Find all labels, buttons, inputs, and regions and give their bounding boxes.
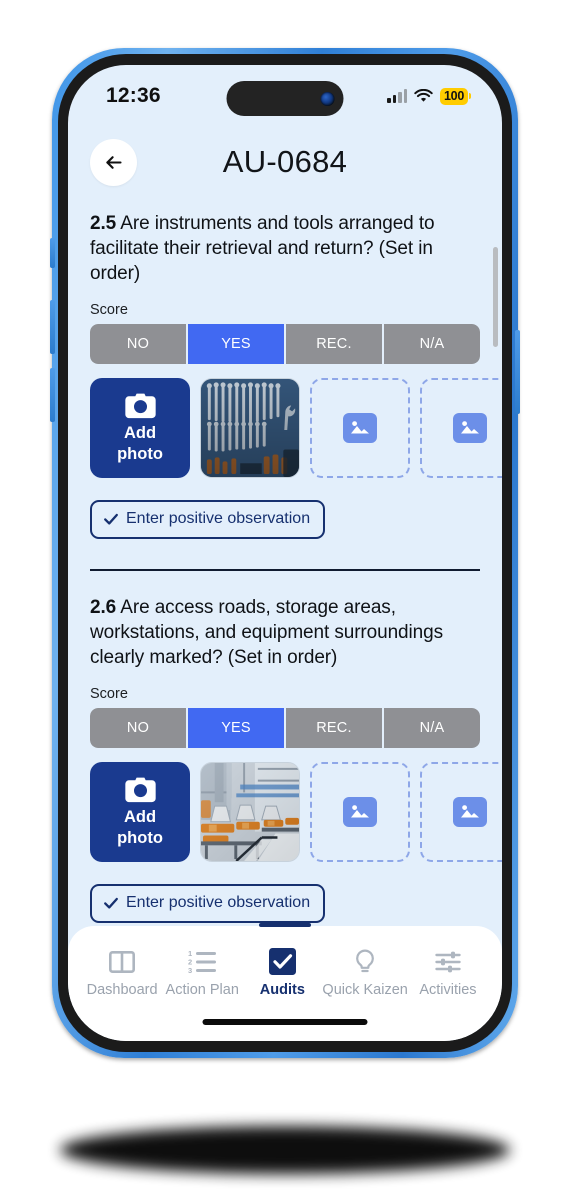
question-number: 2.5 — [90, 213, 117, 234]
photo-thumbnail-wrenches-pegboard[interactable] — [200, 378, 300, 478]
score-option-no[interactable]: NO — [90, 708, 186, 748]
enter-positive-observation-button[interactable]: Enter positive observation — [90, 884, 326, 923]
question-number: 2.6 — [90, 597, 117, 618]
score-label: Score — [90, 302, 128, 318]
wrenches-pegboard-image — [201, 379, 299, 477]
audit-questions-list[interactable]: 2.5 Are instruments and tools arranged t… — [68, 201, 502, 1021]
check-icon — [104, 897, 118, 909]
add-photo-button[interactable]: Add photo — [90, 762, 190, 862]
question-body: Are instruments and tools arranged to fa… — [90, 213, 435, 284]
sliders-icon — [435, 948, 461, 975]
front-camera-icon — [320, 91, 335, 106]
tab-list: Dashboard 123 Action Plan Audits Quick K… — [68, 940, 502, 998]
factory-floor-image — [201, 763, 299, 861]
back-button[interactable] — [90, 138, 137, 186]
tab-label: Dashboard — [86, 982, 158, 998]
score-option-yes[interactable]: YES — [188, 708, 284, 748]
status-bar: 12:36 100 — [68, 65, 502, 123]
photo-slot-empty[interactable] — [310, 378, 410, 478]
check-icon — [104, 513, 118, 525]
dynamic-island — [226, 81, 344, 116]
add-photo-label-line1: Add — [123, 807, 157, 826]
section-divider — [90, 569, 480, 571]
score-option-rec[interactable]: REC. — [286, 708, 382, 748]
tab-activities[interactable]: Activities — [408, 948, 488, 998]
back-arrow-icon — [106, 155, 122, 169]
volume-down-button[interactable] — [50, 368, 55, 422]
vertical-scrollbar[interactable] — [493, 247, 498, 347]
svg-text:3: 3 — [188, 966, 192, 974]
image-placeholder-icon — [343, 413, 377, 443]
add-photo-button[interactable]: Add photo — [90, 378, 190, 478]
score-option-na[interactable]: N/A — [384, 324, 480, 364]
status-time: 12:36 — [106, 84, 161, 107]
photo-slot-empty[interactable] — [420, 378, 502, 478]
score-label: Score — [90, 686, 128, 702]
question-text: 2.6 Are access roads, storage areas, wor… — [90, 595, 480, 670]
status-indicators: 100 — [387, 87, 471, 105]
silent-switch[interactable] — [50, 238, 55, 268]
image-placeholder-icon — [453, 413, 487, 443]
dashboard-icon — [109, 948, 136, 975]
photo-slot-empty[interactable] — [420, 762, 502, 862]
home-indicator[interactable] — [202, 1019, 368, 1025]
observation-button-label: Enter positive observation — [126, 894, 311, 911]
lightbulb-icon — [353, 948, 377, 975]
add-photo-label-line2: photo — [117, 444, 163, 463]
tab-action-plan[interactable]: 123 Action Plan — [162, 948, 242, 999]
numbered-list-icon: 123 — [188, 948, 217, 975]
phone-screen: 12:36 100 AU-0684 2.5 Are instruments an… — [68, 65, 502, 1041]
score-option-na[interactable]: N/A — [384, 708, 480, 748]
tab-dashboard[interactable]: Dashboard — [82, 948, 162, 998]
camera-icon — [124, 777, 156, 802]
cellular-signal-icon — [387, 88, 408, 103]
photo-thumbnail-factory-floor[interactable] — [200, 762, 300, 862]
enter-positive-observation-button[interactable]: Enter positive observation — [90, 500, 326, 539]
tab-label: Audits — [259, 982, 305, 998]
score-option-rec[interactable]: REC. — [286, 324, 382, 364]
wifi-icon — [414, 89, 433, 102]
question-body: Are access roads, storage areas, worksta… — [90, 597, 443, 668]
score-selector[interactable]: NO YES REC. N/A — [90, 708, 480, 748]
add-photo-label-line1: Add — [123, 423, 157, 442]
phone-drop-shadow — [60, 1126, 510, 1174]
image-placeholder-icon — [453, 797, 487, 827]
score-selector[interactable]: NO YES REC. N/A — [90, 324, 480, 364]
checkbox-check-icon — [268, 948, 296, 975]
photo-row: Add photo — [90, 762, 502, 862]
image-placeholder-icon — [343, 797, 377, 827]
battery-badge: 100 — [440, 87, 471, 105]
photo-row: Add photo — [90, 378, 502, 478]
audit-question-block: 2.6 Are access roads, storage areas, wor… — [90, 595, 502, 923]
power-button[interactable] — [515, 330, 520, 414]
tab-label: Action Plan — [165, 982, 239, 998]
photo-slot-empty[interactable] — [310, 762, 410, 862]
camera-icon — [124, 393, 156, 418]
tab-quick-kaizen[interactable]: Quick Kaizen — [322, 948, 408, 998]
tab-audits[interactable]: Audits — [242, 948, 322, 998]
bottom-navigation-bar: Dashboard 123 Action Plan Audits Quick K… — [68, 923, 502, 1041]
audit-question-block: 2.5 Are instruments and tools arranged t… — [90, 211, 502, 539]
score-option-yes[interactable]: YES — [188, 324, 284, 364]
observation-button-label: Enter positive observation — [126, 510, 311, 527]
active-tab-indicator — [259, 923, 311, 927]
volume-up-button[interactable] — [50, 300, 55, 354]
question-text: 2.5 Are instruments and tools arranged t… — [90, 211, 480, 286]
tab-label: Activities — [419, 982, 477, 998]
add-photo-label-line2: photo — [117, 828, 163, 847]
app-header: AU-0684 — [68, 123, 502, 201]
tab-label: Quick Kaizen — [322, 982, 408, 998]
score-option-no[interactable]: NO — [90, 324, 186, 364]
screenshot-stage: 12:36 100 AU-0684 2.5 Are instruments an… — [0, 0, 569, 1200]
